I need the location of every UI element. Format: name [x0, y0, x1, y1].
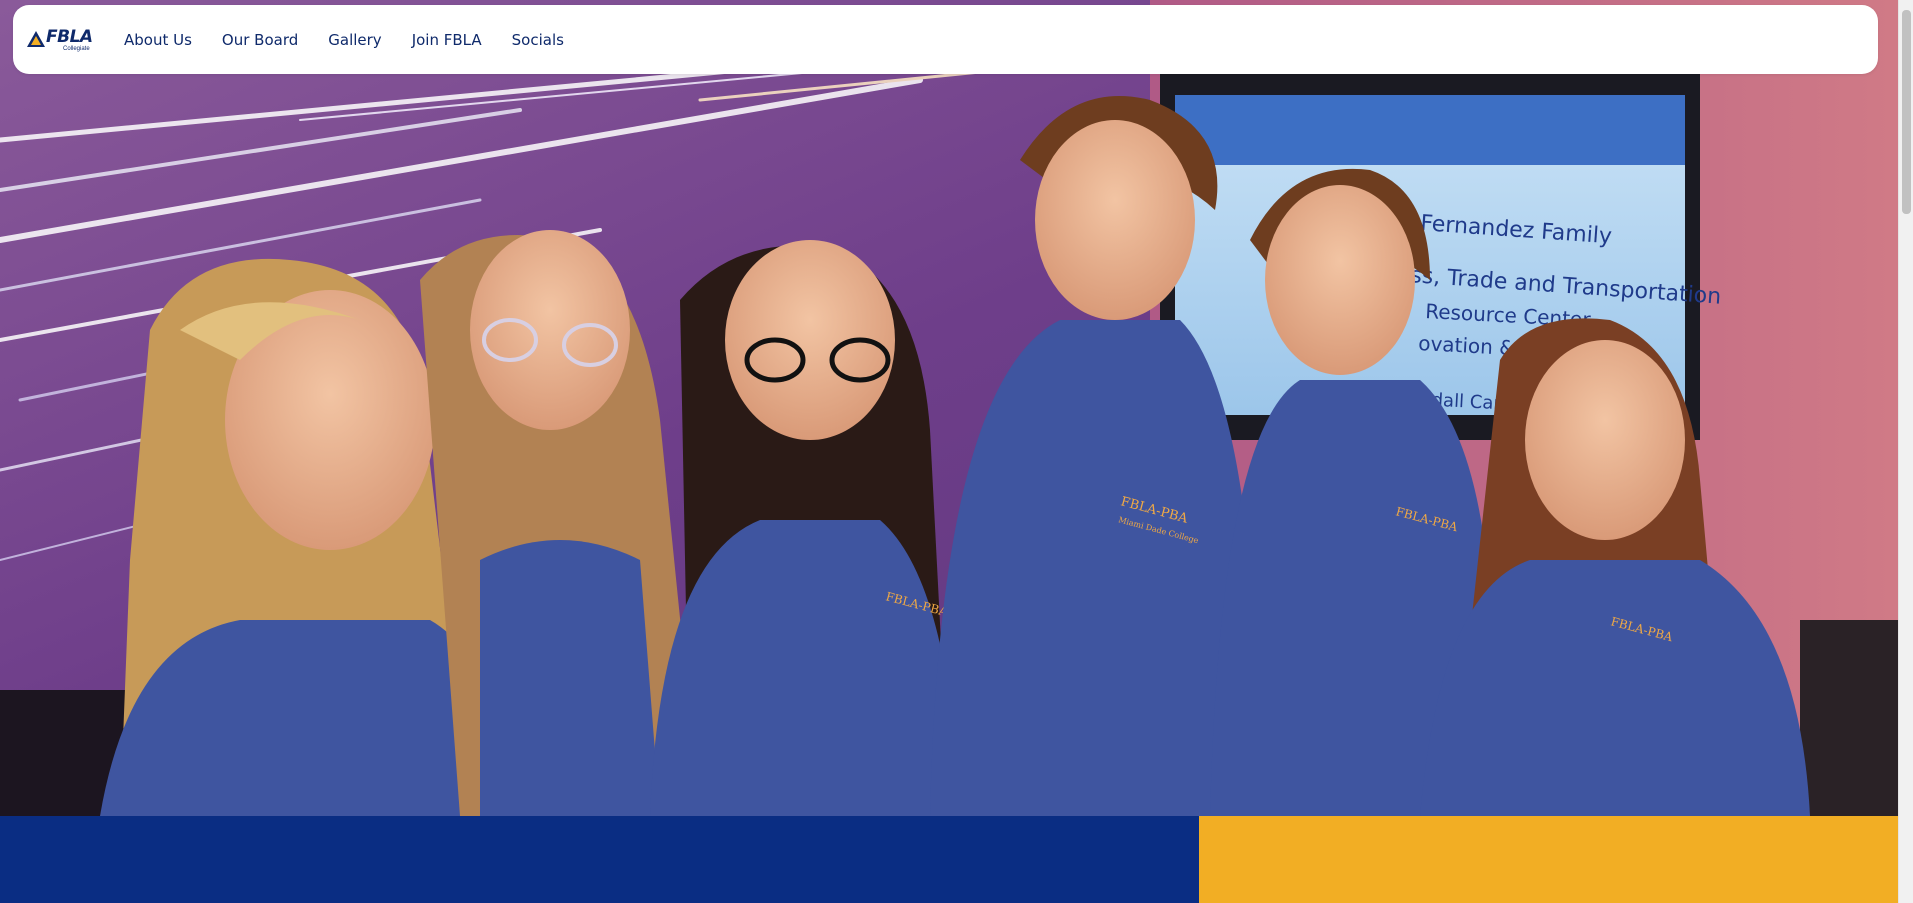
fbla-triangle-logo-icon	[27, 30, 45, 47]
scrollbar-thumb[interactable]	[1902, 10, 1911, 214]
fbla-logo[interactable]: FBLA Collegiate	[27, 25, 97, 55]
nav-socials[interactable]: Socials	[512, 31, 564, 49]
nav-about-us[interactable]: About Us	[124, 31, 192, 49]
hero-group-photo: Fernandez Family ss, Trade and Transport…	[0, 0, 1898, 816]
nav-join-fbla[interactable]: Join FBLA	[412, 31, 482, 49]
blue-section-block	[0, 816, 1199, 903]
nav-links: About Us Our Board Gallery Join FBLA Soc…	[124, 31, 564, 49]
gold-section-block	[1199, 816, 1898, 903]
nav-our-board[interactable]: Our Board	[222, 31, 298, 49]
page: Fernandez Family ss, Trade and Transport…	[0, 0, 1913, 903]
nav-gallery[interactable]: Gallery	[328, 31, 381, 49]
logo-wordmark: FBLA	[46, 26, 93, 47]
logo-subtitle: Collegiate	[63, 45, 90, 52]
top-navbar: FBLA Collegiate About Us Our Board Galle…	[13, 5, 1878, 74]
page-scrollbar[interactable]	[1898, 0, 1913, 903]
